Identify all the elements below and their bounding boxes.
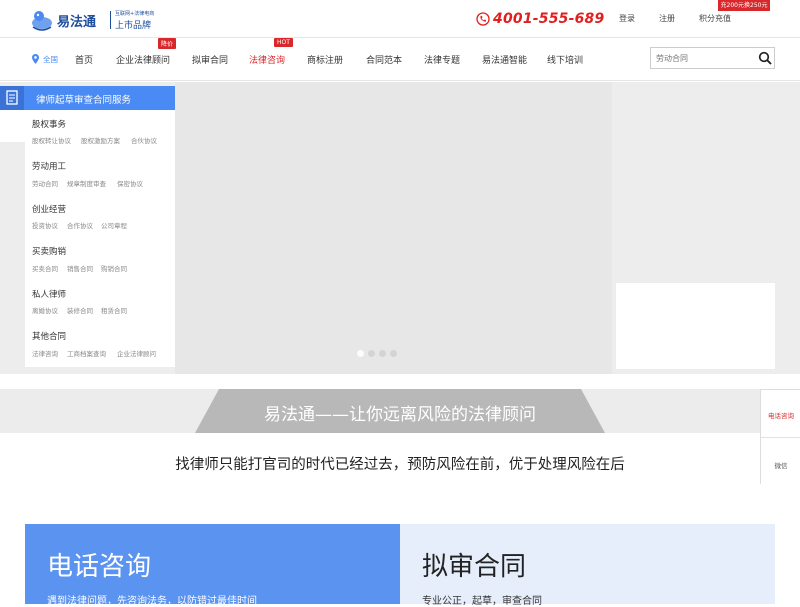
hero-side-card [616, 283, 775, 369]
card-title: 拟审合同 [422, 552, 527, 582]
login-link[interactable]: 登录 [619, 13, 635, 24]
floating-contact-widget: 电话咨询 微信 [760, 389, 800, 484]
nav-item-offline-training[interactable]: 线下培训 [547, 53, 583, 66]
nav-item-contract-review[interactable]: 拟审合同 [192, 53, 228, 66]
logo[interactable]: 易法通 互联网+法律电商 上市品牌 [30, 8, 170, 32]
service-menu-title: 律师起草审查合同服务 [36, 95, 132, 106]
menu-category-private-lawyer[interactable]: 私人律师 [32, 288, 66, 300]
hero-slide[interactable] [175, 82, 612, 374]
nav-item-legal-consult[interactable]: 法律咨询 [249, 53, 285, 66]
nav-item-legal-topics[interactable]: 法律专题 [424, 53, 460, 66]
card-title: 电话咨询 [47, 552, 152, 582]
menu-sub-item[interactable]: 劳动合同 [32, 178, 58, 188]
menu-sub-item[interactable]: 销售合同 [67, 263, 93, 273]
location-pin-icon [32, 54, 39, 64]
search-box [650, 47, 775, 69]
menu-sub-item[interactable]: 公司章程 [101, 220, 127, 230]
phone-consult-link[interactable]: 电话咨询 [761, 410, 800, 420]
tagline: 找律师只能打官司的时代已经过去，预防风险在前，优于处理风险在后 [175, 457, 625, 473]
phone-icon [476, 12, 490, 26]
widget-divider [761, 437, 800, 438]
contract-review-card[interactable]: 拟审合同 专业公正，起草，审查合同 [400, 524, 775, 607]
menu-sub-item[interactable]: 投资协议 [32, 220, 58, 230]
nav-item-smart[interactable]: 易法通智能 [482, 53, 527, 66]
menu-sub-item[interactable]: 合作协议 [67, 220, 93, 230]
nav-item-contract-templates[interactable]: 合同范本 [366, 53, 402, 66]
phone-consult-card[interactable]: 电话咨询 遇到法律问题，先咨询法务，以防错过最佳时间 [25, 524, 401, 607]
promo-badge: 充200元换250元 [718, 0, 770, 11]
brand-sub-listed: 上市品牌 [115, 21, 152, 31]
menu-sub-item[interactable]: 装修合同 [67, 305, 93, 315]
mascot-logo-icon [32, 11, 52, 31]
menu-sub-item[interactable]: 购销合同 [101, 263, 127, 273]
menu-category-trade[interactable]: 买卖购销 [32, 245, 66, 257]
menu-sub-item[interactable]: 规章制度审查 [67, 178, 106, 188]
nav-item-trademark[interactable]: 商标注册 [307, 53, 343, 66]
carousel-dot[interactable] [368, 350, 375, 357]
location-selector[interactable]: 全国 [43, 54, 58, 65]
hotline-number: 4001-555-689 [493, 11, 605, 27]
menu-sub-item[interactable]: 企业法律顾问 [117, 348, 156, 358]
slogan-title: 易法通——让你远离风险的法律顾问 [264, 405, 536, 425]
menu-category-equity[interactable]: 股权事务 [32, 118, 66, 130]
hot-badge: HOT [274, 38, 293, 47]
carousel-dot[interactable] [390, 350, 397, 357]
register-link[interactable]: 注册 [659, 13, 675, 24]
points-recharge-link[interactable]: 积分充值 [699, 13, 731, 24]
service-menu [25, 110, 175, 367]
menu-sub-item[interactable]: 租赁合同 [101, 305, 127, 315]
menu-sub-item[interactable]: 法律咨询 [32, 348, 58, 358]
brand-sub-internet: 互联网+法律电商 [115, 11, 155, 17]
menu-sub-item[interactable]: 合伙协议 [131, 135, 157, 145]
menu-sub-item[interactable]: 买卖合同 [32, 263, 58, 273]
hotline: 4001-555-689 [476, 9, 604, 29]
logo-divider [110, 11, 111, 29]
menu-edge [0, 110, 25, 142]
nav-item-home[interactable]: 首页 [75, 53, 93, 66]
menu-category-labor[interactable]: 劳动用工 [32, 160, 66, 172]
service-menu-header[interactable]: 律师起草审查合同服务 [0, 86, 175, 110]
brand-name: 易法通 [57, 15, 97, 30]
document-icon [0, 86, 24, 110]
carousel-dot[interactable] [379, 350, 386, 357]
search-icon[interactable] [758, 51, 772, 65]
menu-sub-item[interactable]: 工商档案查询 [67, 348, 106, 358]
nav-item-legal-advisor[interactable]: 企业法律顾问 [116, 53, 170, 66]
search-input[interactable] [651, 48, 755, 68]
menu-sub-item[interactable]: 股权转让协议 [32, 135, 71, 145]
menu-sub-item[interactable]: 股权激励方案 [81, 135, 120, 145]
menu-category-startup[interactable]: 创业经营 [32, 203, 66, 215]
price-drop-badge: 降价 [158, 38, 177, 49]
carousel-indicators [357, 350, 397, 357]
menu-category-other[interactable]: 其他合同 [32, 330, 66, 342]
wechat-link[interactable]: 微信 [761, 460, 800, 470]
menu-sub-item[interactable]: 离婚协议 [32, 305, 58, 315]
carousel-dot[interactable] [357, 350, 364, 357]
menu-sub-item[interactable]: 保密协议 [117, 178, 143, 188]
